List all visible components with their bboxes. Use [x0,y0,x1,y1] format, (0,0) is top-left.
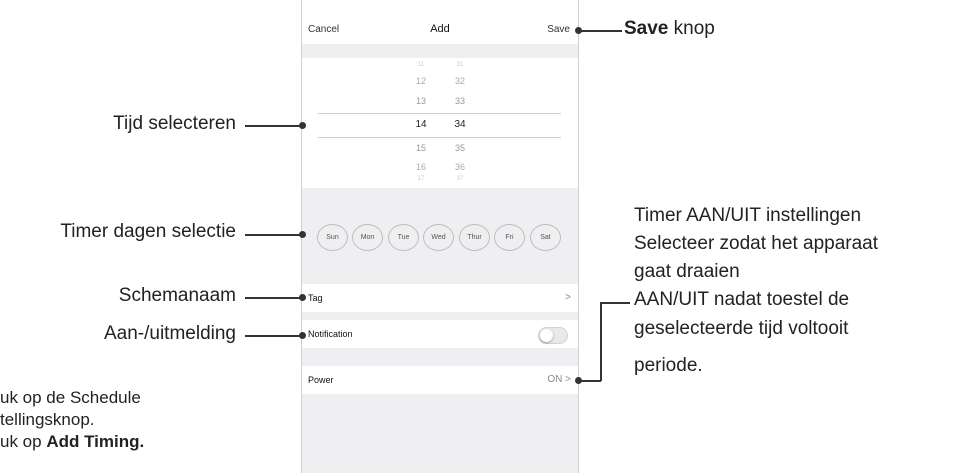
picker-row[interactable]: 17 37 [302,176,578,190]
picker-minute: 34 [454,119,466,130]
annotation-timer-line6: periode. [634,355,703,376]
picker-hour: 12 [415,76,426,86]
picker-selection-top-line [318,113,561,114]
day-button-sun[interactable]: Sun [317,224,348,251]
picker-row[interactable]: 13 33 [302,96,578,110]
chevron-right-icon: > [565,292,571,303]
picker-hour: 15 [415,143,426,153]
tag-label: Tag [308,293,323,303]
annotation-schedule-name: Schemanaam [118,285,236,306]
annotation-line [245,234,303,236]
picker-minute: 36 [454,162,465,172]
annotation-dot [575,377,582,384]
annotation-instruction-line3: uk op Add Timing. [0,432,144,452]
toggle-knob [540,329,553,342]
notification-row: Notification [302,320,578,348]
tag-row[interactable]: Tag > [302,284,578,312]
annotation-timer-line3: gaat draaien [634,261,740,282]
day-button-mon[interactable]: Mon [352,224,383,251]
notification-label: Notification [308,329,353,339]
annotation-instruction-line2: tellingsknop. [0,410,95,429]
power-label: Power [308,375,334,385]
picker-minute: 35 [454,143,465,153]
annotation-dot [299,122,306,129]
annotation-line [245,125,303,127]
phone-screen: Cancel Add Save 11 31 12 32 13 33 14 34 … [301,0,579,473]
annotation-line [578,30,622,32]
day-button-fri[interactable]: Fri [494,224,525,251]
annotation-save: Save knop [624,18,715,40]
day-button-wed[interactable]: Wed [423,224,454,251]
picker-row[interactable]: 16 36 [302,162,578,176]
annotation-instruction-bold: Add Timing. [46,432,145,451]
picker-minute: 31 [456,62,464,68]
picker-hour: 11 [417,62,425,68]
picker-row[interactable]: 11 31 [302,62,578,76]
annotation-dot [299,294,306,301]
save-button[interactable]: Save [547,24,570,35]
day-selector: Sun Mon Tue Wed Thur Fri Sat [302,212,578,262]
chevron-right-icon: > [565,374,571,385]
annotation-instruction-line1: uk op de Schedule [0,388,141,407]
annotation-timer-line5: geselecteerde tijd voltooit [634,318,849,339]
annotation-save-bold: Save [624,18,669,39]
day-button-thur[interactable]: Thur [459,224,490,251]
picker-minute: 33 [454,96,465,106]
picker-row-selected[interactable]: 14 34 [302,119,578,133]
header: Cancel Add Save [302,14,578,44]
annotation-instruction-pre: uk op [0,432,47,451]
annotation-time-select: Tijd selecteren [113,113,236,134]
power-value: ON > [547,374,571,385]
day-button-tue[interactable]: Tue [388,224,419,251]
picker-row[interactable]: 15 35 [302,143,578,157]
notification-toggle[interactable] [538,327,568,344]
picker-hour: 16 [415,162,426,172]
annotation-dot [299,231,306,238]
annotation-dot [299,332,306,339]
annotation-line [600,302,630,304]
time-picker[interactable]: 11 31 12 32 13 33 14 34 15 35 16 36 17 3… [302,58,578,188]
annotation-line [245,297,303,299]
annotation-timer-line2: Selecteer zodat het apparaat [634,233,879,254]
picker-minute: 37 [456,176,464,182]
day-button-sat[interactable]: Sat [530,224,561,251]
power-row[interactable]: Power ON > [302,366,578,394]
annotation-timer-line4: AAN/UIT nadat toestel de [634,289,850,310]
page-title: Add [430,23,450,35]
picker-hour: 14 [415,119,427,130]
annotation-line [600,302,602,381]
picker-selection-bottom-line [318,137,561,138]
annotation-save-rest: knop [668,18,715,39]
annotation-days-select: Timer dagen selectie [60,221,236,242]
power-state: ON [547,374,563,385]
annotation-line [245,335,303,337]
picker-row[interactable]: 12 32 [302,76,578,90]
annotation-timer-line1: Timer AAN/UIT instellingen [634,205,862,226]
picker-minute: 32 [454,76,465,86]
annotation-notification: Aan-/uitmelding [103,323,236,344]
picker-hour: 17 [417,176,425,182]
picker-hour: 13 [415,96,426,106]
